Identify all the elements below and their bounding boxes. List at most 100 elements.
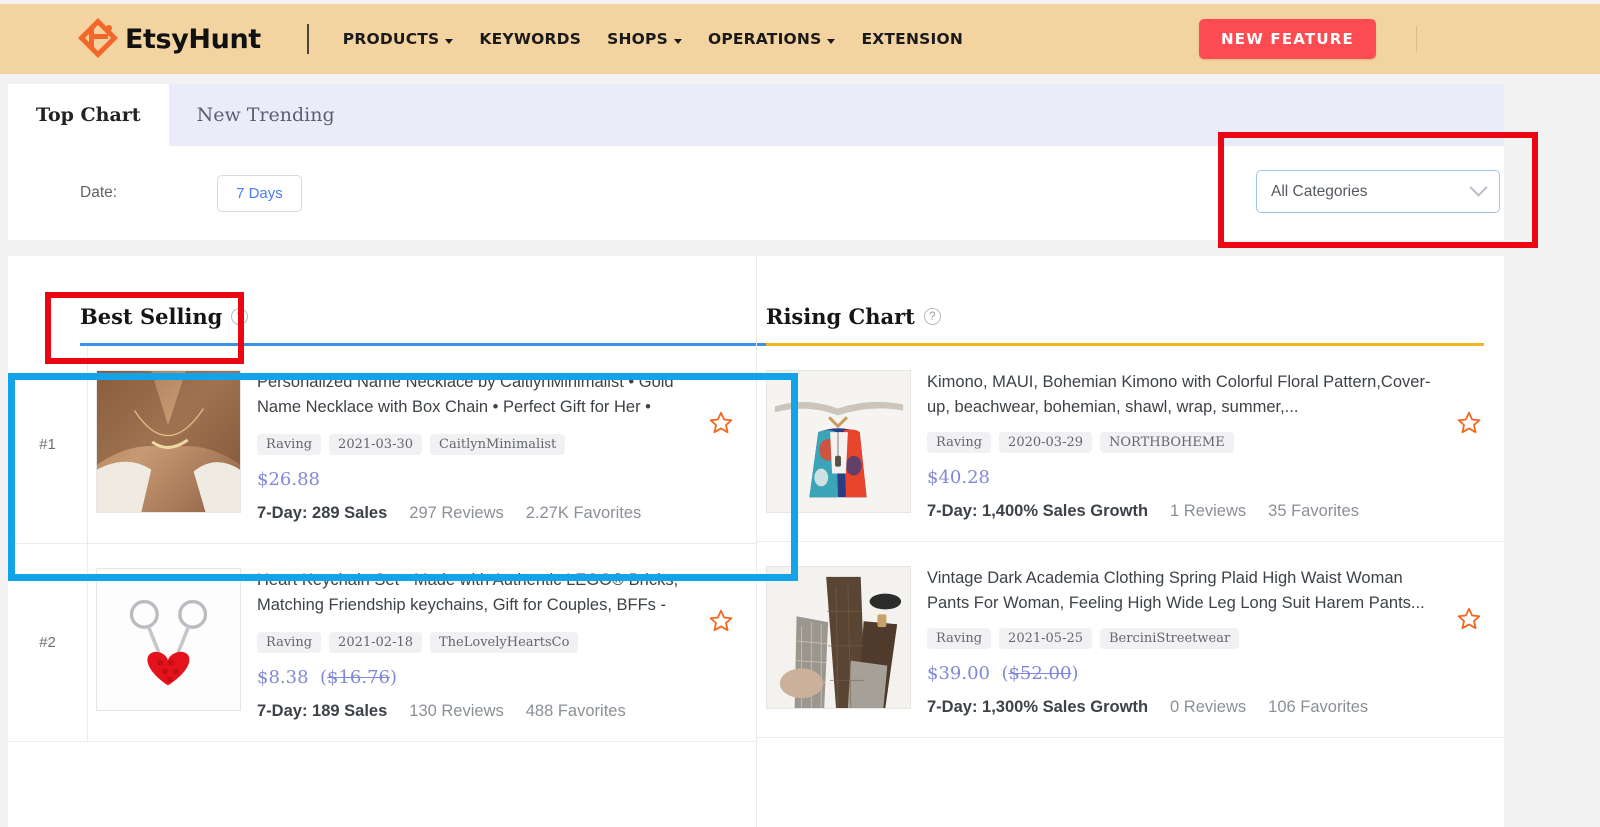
price-paren-close: )	[390, 667, 398, 688]
product-stats: 7-Day: 289 Sales 297 Reviews 2.27K Favor…	[257, 504, 740, 523]
tab-top-chart[interactable]: Top Chart	[8, 84, 169, 146]
product-tags: Raving 2021-02-18 TheLovelyHeartsCo	[257, 632, 740, 653]
price-current: $40.28	[927, 467, 990, 489]
product-thumbnail-plaid-pants[interactable]	[766, 566, 911, 710]
tab-new-trending-label: New Trending	[196, 104, 335, 126]
tag-shop: CaitlynMinimalist	[430, 434, 566, 455]
thumbnail-cell	[88, 544, 241, 741]
brand-logo[interactable]: EtsyHunt	[76, 16, 261, 62]
product-tags: Raving 2021-03-30 CaitlynMinimalist	[257, 434, 740, 455]
nav-item-shops[interactable]: SHOPS	[607, 30, 682, 48]
product-price: $8.38 ($16.76)	[257, 667, 740, 688]
rising-chart-column: Rising Chart ? Kimono, MAUI, Bohemian Ki…	[756, 256, 1504, 827]
tab-new-trending[interactable]: New Trending	[169, 84, 363, 146]
product-info: Personalized Name Necklace by CaitlynMin…	[241, 346, 756, 543]
stat-favorites: 35 Favorites	[1268, 502, 1359, 521]
new-feature-button[interactable]: NEW FEATURE	[1199, 19, 1376, 59]
best-selling-rows: #1 Personalized Name Necklace by Caitlyn…	[8, 346, 756, 742]
date-range-button[interactable]: 7 Days	[217, 174, 302, 212]
category-select-wrapper: All Categories	[1256, 170, 1500, 213]
charts-card: Best Selling ? #1 Personalized Name Neck…	[8, 256, 1504, 827]
product-price: $40.28	[927, 467, 1488, 488]
stat-reviews: 297 Reviews	[409, 504, 504, 522]
rising-chart-header: Rising Chart ?	[756, 256, 1504, 343]
stat-reviews: 0 Reviews	[1170, 698, 1247, 717]
nav-item-operations-label: OPERATIONS	[707, 30, 822, 48]
price-original: $16.76	[327, 667, 390, 688]
table-row[interactable]: #1 Personalized Name Necklace by Caitlyn…	[8, 346, 756, 544]
product-price: $39.00 ($52.00)	[927, 663, 1488, 684]
nav-item-operations[interactable]: OPERATIONS	[708, 30, 836, 48]
nav-item-products-label: PRODUCTS	[342, 30, 440, 48]
product-title[interactable]: Vintage Dark Academia Clothing Spring Pl…	[927, 566, 1488, 616]
tabs-and-filters-card: Top Chart New Trending Date: 7 Days	[8, 84, 1504, 240]
tag-status: Raving	[927, 432, 992, 454]
price-current: $8.38	[257, 667, 309, 688]
nav-item-products[interactable]: PRODUCTS	[343, 30, 454, 48]
favorite-star-icon[interactable]	[708, 608, 734, 633]
stat-favorites: 106 Favorites	[1268, 698, 1369, 717]
product-thumbnail-kimono[interactable]	[766, 370, 911, 513]
stat-primary-value: 189 Sales	[312, 702, 388, 720]
best-selling-column: Best Selling ? #1 Personalized Name Neck…	[8, 256, 786, 827]
stat-reviews: 1 Reviews	[1170, 502, 1247, 521]
product-thumbnail-necklace[interactable]	[96, 370, 241, 513]
product-title[interactable]: Heart Keychain Set - Made with Authentic…	[257, 568, 740, 620]
table-row[interactable]: Kimono, MAUI, Bohemian Kimono with Color…	[756, 346, 1504, 543]
favorite-star-icon[interactable]	[1456, 410, 1482, 435]
favorite-star-icon[interactable]	[1456, 606, 1482, 631]
tag-date: 2021-05-25	[999, 628, 1092, 650]
tag-shop: TheLovelyHeartsCo	[430, 632, 579, 653]
nav-separator	[306, 24, 309, 54]
favorite-star-icon[interactable]	[708, 410, 734, 435]
rising-chart-title: Rising Chart	[766, 304, 915, 329]
nav-item-keywords[interactable]: KEYWORDS	[479, 30, 581, 48]
chevron-down-icon	[827, 38, 836, 44]
etsyhunt-logo-icon	[76, 16, 122, 62]
thumbnail-cell	[88, 346, 241, 543]
tag-shop: BerciniStreetwear	[1100, 628, 1240, 650]
rank-label: #1	[8, 346, 88, 543]
price-paren-open: (	[314, 667, 328, 688]
product-price: $26.88	[257, 469, 740, 490]
stat-favorites: 488 Favorites	[525, 702, 626, 720]
nav-menu: PRODUCTS KEYWORDS SHOPS OPERATIONS EXTEN…	[343, 30, 963, 48]
nav-item-extension[interactable]: EXTENSION	[861, 30, 963, 48]
table-row[interactable]: Vintage Dark Academia Clothing Spring Pl…	[756, 542, 1504, 739]
stat-primary-label: 7-Day:	[257, 702, 308, 720]
price-original: $52.00	[1008, 663, 1072, 685]
stat-favorites: 2.27K Favorites	[525, 504, 642, 522]
app-page: EtsyHunt PRODUCTS KEYWORDS SHOPS OPERATI…	[0, 0, 1600, 827]
stat-primary-label: 7-Day:	[257, 504, 308, 522]
nav-item-shops-label: SHOPS	[607, 30, 668, 48]
question-mark-icon[interactable]: ?	[923, 308, 941, 325]
stat-primary: 7-Day: 1,300% Sales Growth	[927, 698, 1148, 717]
nav-item-keywords-label: KEYWORDS	[479, 30, 582, 48]
brand-name: EtsyHunt	[125, 23, 261, 55]
category-select-value: All Categories	[1271, 182, 1368, 200]
tag-status: Raving	[257, 434, 322, 455]
product-title[interactable]: Kimono, MAUI, Bohemian Kimono with Color…	[927, 370, 1488, 420]
product-stats: 7-Day: 1,400% Sales Growth 1 Reviews 35 …	[927, 502, 1488, 521]
nav-separator-right	[1415, 26, 1417, 52]
category-select[interactable]: All Categories	[1256, 170, 1500, 213]
product-tags: Raving 2021-05-25 BerciniStreetwear	[927, 628, 1488, 650]
chevron-down-icon	[1469, 178, 1488, 197]
top-navigation-bar: EtsyHunt PRODUCTS KEYWORDS SHOPS OPERATI…	[0, 4, 1600, 74]
question-mark-icon[interactable]: ?	[231, 308, 249, 325]
tag-status: Raving	[257, 632, 322, 653]
stat-primary-value: 1,300% Sales Growth	[982, 698, 1149, 717]
price-current: $26.88	[257, 469, 320, 490]
stat-primary-value: 289 Sales	[312, 504, 388, 522]
product-title[interactable]: Personalized Name Necklace by CaitlynMin…	[257, 370, 740, 422]
stat-primary: 7-Day: 1,400% Sales Growth	[927, 502, 1148, 521]
tab-top-chart-label: Top Chart	[36, 104, 141, 126]
table-row[interactable]: #2 Heart Keychain Set - Made with Authen…	[8, 544, 756, 742]
stat-reviews: 130 Reviews	[409, 702, 504, 720]
thumbnail-cell	[756, 542, 911, 737]
date-filter-label: Date:	[80, 184, 118, 201]
tag-date: 2020-03-29	[999, 432, 1092, 454]
rank-label: #2	[8, 544, 88, 741]
price-paren-open: (	[995, 663, 1009, 685]
product-thumbnail-heart-keychain[interactable]	[96, 568, 241, 711]
